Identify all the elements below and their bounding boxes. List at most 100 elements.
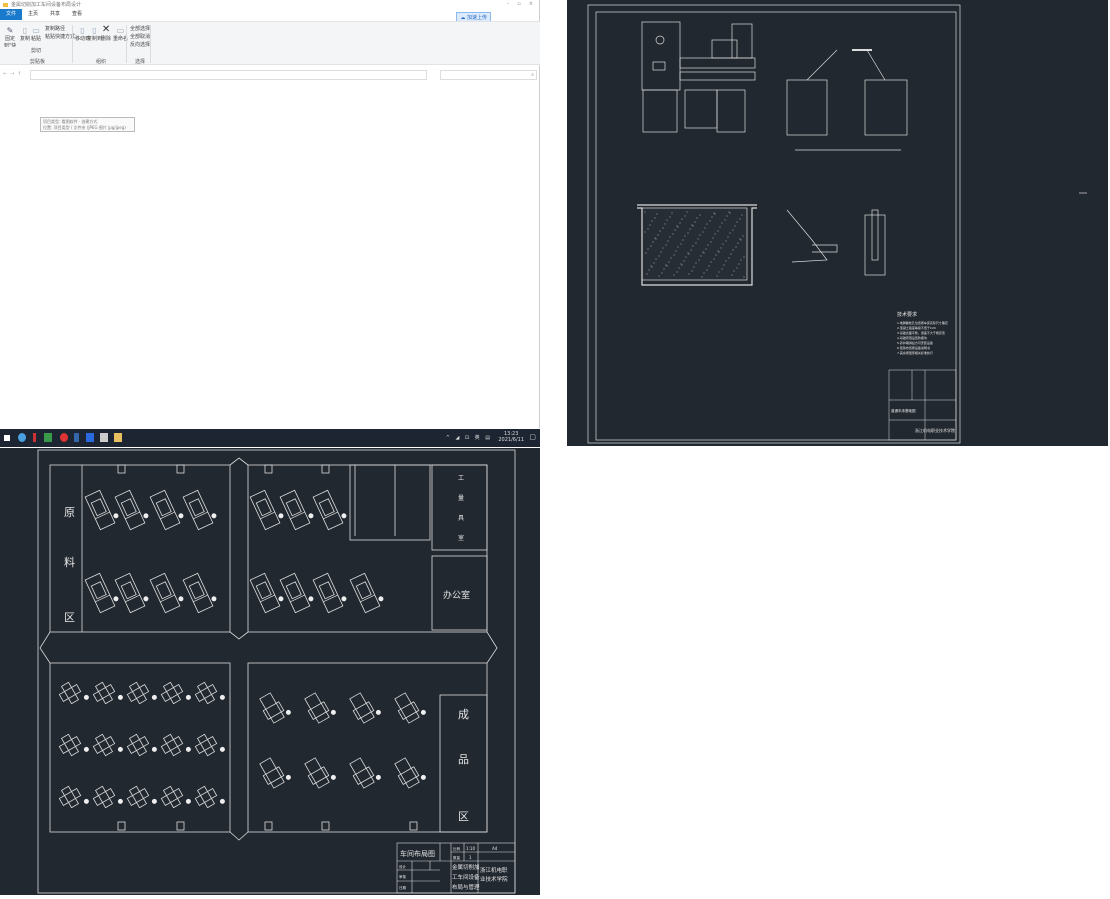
concrete-speckle (678, 267, 680, 269)
zone-label: 区 (64, 611, 75, 624)
concrete-speckle (677, 246, 679, 248)
app-icon[interactable] (33, 433, 36, 442)
file-icon[interactable] (100, 433, 108, 442)
pin-quick-access-button[interactable]: ✎固定到"快速访问" (2, 26, 18, 47)
tab-share[interactable]: 共享 (44, 9, 66, 20)
concrete-speckle (658, 255, 660, 257)
concrete-speckle (649, 224, 651, 226)
machine-tool (394, 692, 426, 724)
drawing-name: 普通车床基础图 (891, 408, 916, 413)
workshop-layout-drawing: 原 料 区 成 品 区 办公室 工 量 具 室 车间布局图 比例 1:10 A4… (0, 448, 540, 895)
concrete-speckle (687, 252, 689, 254)
tech-requirement-line: 2.混凝土强度等级不低于C20 (897, 325, 936, 330)
concrete-speckle (721, 268, 723, 270)
machine-tool (92, 681, 123, 705)
app-red-icon[interactable] (60, 433, 68, 442)
concrete-speckle (702, 251, 704, 253)
anchor-bolt-detail (786, 209, 886, 276)
window-title: 金属切削加工车间设备布局设计 (11, 2, 82, 8)
concrete-speckle (735, 246, 737, 248)
minimize-button[interactable]: – (507, 1, 510, 7)
select-all-button[interactable]: 全部选择 (130, 25, 150, 32)
paste-shortcut-button[interactable]: 粘贴快捷方式 (45, 33, 75, 40)
zone-label: 室 (458, 534, 464, 542)
word-icon[interactable] (86, 433, 94, 442)
spreadsheet-icon[interactable] (44, 433, 52, 442)
title-block: 浙江机电职业技术学院 普通车床基础图 (888, 369, 957, 441)
machine-tool (160, 785, 191, 809)
concrete-speckle (717, 230, 719, 232)
concrete-speckle (692, 245, 694, 247)
address-bar[interactable] (30, 70, 427, 80)
maximize-button[interactable]: ▫ (517, 1, 520, 7)
copy-path-button[interactable]: 复制路径 (45, 25, 65, 32)
clock[interactable]: 13:23 2021/6/11 (498, 431, 524, 443)
concrete-speckle (666, 265, 668, 267)
concrete-speckle (707, 244, 709, 246)
start-icon[interactable] (4, 435, 10, 441)
navigation-arrows[interactable]: ←→↑ (3, 71, 25, 77)
concrete-speckle (669, 216, 671, 218)
concrete-speckle (676, 225, 678, 227)
machine-tool (182, 489, 217, 531)
concrete-speckle (655, 258, 657, 260)
copy-button[interactable]: ▯ 复制 (20, 26, 30, 42)
concrete-speckle (650, 265, 652, 267)
storage-rooms (349, 464, 431, 541)
door (321, 464, 330, 474)
concrete-speckle (677, 226, 679, 228)
concrete-speckle (718, 251, 720, 253)
concrete-speckle (742, 235, 744, 237)
notification-icon[interactable]: ▢ (529, 433, 536, 441)
paste-button[interactable]: ▭ 粘贴 (31, 26, 41, 42)
tech-requirement-line: 3.基础表面平整，误差不大于规定值 (897, 330, 945, 335)
concrete-speckle (647, 248, 649, 250)
search-box[interactable]: ⌕ (440, 70, 537, 80)
concrete-speckle (713, 258, 715, 260)
concrete-speckle (679, 222, 681, 224)
browser-icon[interactable] (18, 433, 26, 442)
concrete-speckle (684, 235, 686, 237)
concrete-speckle (700, 255, 702, 257)
machine-tool (114, 489, 149, 531)
school-name: 浙江机电职 (480, 866, 508, 874)
concrete-speckle (722, 243, 724, 245)
scale-value: 1:10 (466, 846, 475, 851)
door (264, 821, 273, 831)
concrete-speckle (691, 270, 693, 272)
concrete-speckle (659, 230, 661, 232)
door (321, 821, 330, 831)
concrete-speckle (647, 228, 649, 230)
concrete-speckle (740, 259, 742, 261)
close-button[interactable]: × (529, 1, 533, 7)
machine-tool (126, 733, 157, 757)
group-clipboard: 剪贴板 (30, 59, 46, 65)
office-label: 办公室 (443, 589, 470, 601)
tooltip: 项目类型: 看图软件 · 创建方式 位置: 项目类型 / 文件夹 (JPEG 图… (40, 117, 135, 132)
concrete-speckle (738, 263, 740, 265)
door (117, 464, 126, 474)
concrete-speckle (715, 254, 717, 256)
concrete-speckle (651, 266, 653, 268)
tab-home[interactable]: 主页 (22, 9, 44, 20)
app-blue-icon[interactable] (74, 433, 79, 442)
concrete-speckle (726, 215, 728, 217)
concrete-speckle (743, 256, 745, 258)
concrete-speckle (729, 232, 731, 234)
machine-tool (92, 785, 123, 809)
system-tray[interactable]: ^ ◢ ⊡ 英 ▤ (446, 434, 492, 441)
tab-file[interactable]: 文件 (0, 9, 23, 20)
delete-button[interactable]: ✕ 删除 (101, 24, 111, 42)
machine-tool (304, 757, 336, 789)
concrete-speckle (718, 271, 720, 273)
select-none-button[interactable]: 全部取消 (130, 33, 150, 40)
cut-button[interactable]: 剪切 (31, 47, 41, 54)
tab-view[interactable]: 查看 (66, 9, 88, 20)
machine-tool (182, 572, 217, 614)
invert-selection-button[interactable]: 反向选择 (130, 41, 150, 48)
concrete-speckle (673, 274, 675, 276)
folder-icon[interactable] (114, 433, 122, 442)
concrete-speckle (687, 232, 689, 234)
copy-to-button[interactable]: ▯ 复制到 (87, 26, 102, 42)
machine-tool (92, 733, 123, 757)
